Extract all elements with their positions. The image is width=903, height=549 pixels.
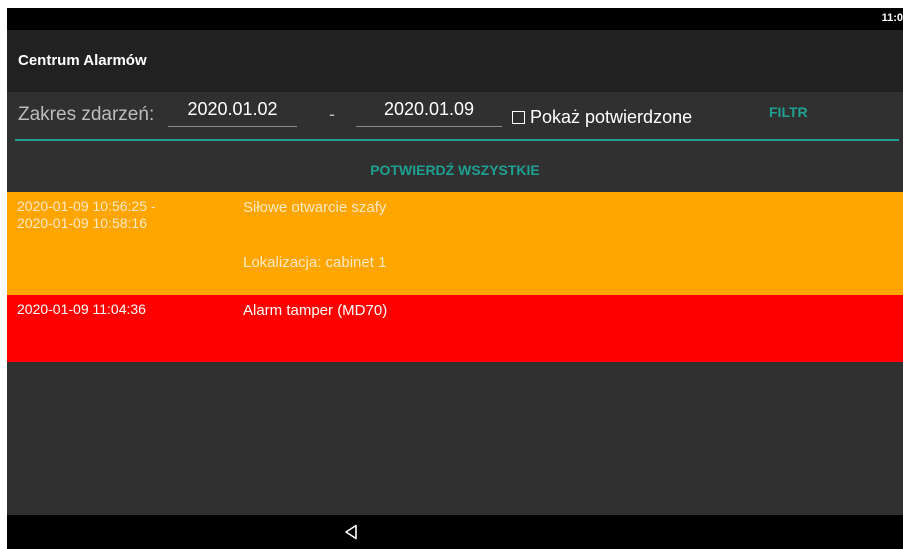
date-range-label: Zakres zdarzeń: [18,104,155,125]
checkbox-icon[interactable] [512,111,525,124]
app-bar: Centrum Alarmów [7,30,903,92]
show-confirmed-label: Pokaż potwierdzone [530,106,693,127]
navigation-bar [7,515,903,549]
alarm-list-item[interactable]: 2020-01-09 10:56:25 - 2020-01-09 10:58:1… [7,192,903,295]
device-screen: 11:0 Centrum Alarmów Zakres zdarzeń: 202… [7,8,903,549]
alarm-description: Siłowe otwarcie szafy [243,199,387,216]
status-time: 11:0 [881,12,903,24]
alarm-time: 2020-01-09 10:56:25 - 2020-01-09 10:58:1… [17,198,207,232]
show-confirmed-checkbox[interactable]: Pokaż potwierdzone [512,104,692,130]
divider [15,139,899,141]
date-to-field[interactable]: 2020.01.09 [356,92,502,127]
alarm-time: 2020-01-09 11:04:36 [17,301,207,318]
status-bar: 11:0 [7,8,903,30]
alarm-location: Lokalizacja: cabinet 1 [243,254,387,271]
back-triangle-icon[interactable] [344,524,358,540]
alarm-description: Alarm tamper (MD70) [243,302,388,319]
alarm-list-item[interactable]: 2020-01-09 11:04:36 Alarm tamper (MD70) [7,295,903,362]
alarm-time-end: 2020-01-09 10:58:16 [17,215,147,231]
alarm-time-start: 2020-01-09 11:04:36 [17,301,146,317]
confirm-all-button[interactable]: POTWIERDŹ WSZYSTKIE [7,148,903,192]
date-from-field[interactable]: 2020.01.02 [168,92,297,127]
date-range-separator: - [329,104,335,124]
alarm-time-start: 2020-01-09 10:56:25 - [17,198,156,214]
filter-button[interactable]: FILTR [769,104,808,120]
app-title: Centrum Alarmów [18,52,147,69]
